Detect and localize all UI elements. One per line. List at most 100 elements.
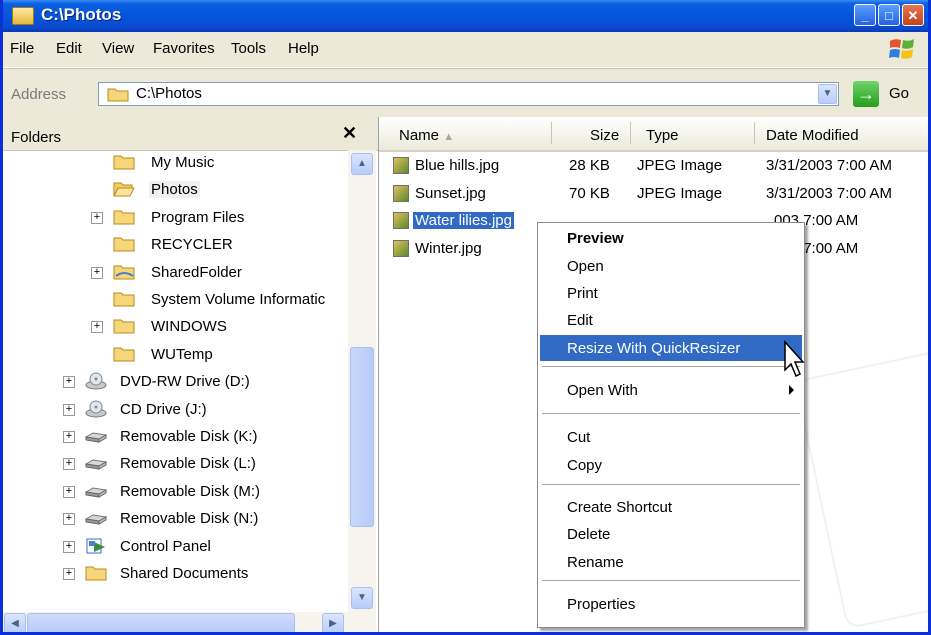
menu-view[interactable]: View — [102, 40, 134, 57]
optical-drive-icon — [85, 372, 107, 390]
expand-toggle-icon[interactable]: + — [63, 403, 75, 416]
context-menu-item-rename[interactable]: Rename — [540, 549, 802, 575]
address-dropdown-button[interactable]: ▼ — [818, 84, 837, 104]
tree-item[interactable]: System Volume Informatic — [3, 289, 348, 313]
tree-item-label: My Music — [151, 154, 215, 171]
context-menu-item-create-shortcut[interactable]: Create Shortcut — [540, 494, 802, 520]
tree-item-label: WUTemp — [151, 345, 213, 363]
expand-toggle-icon[interactable]: + — [63, 540, 75, 553]
tree-item[interactable]: + SharedFolder — [3, 262, 348, 286]
context-menu-item-delete[interactable]: Delete — [540, 521, 802, 547]
scroll-thumb[interactable] — [350, 347, 374, 527]
removable-disk-icon — [85, 487, 107, 498]
tree-item-label: System Volume Informatic — [151, 291, 326, 308]
context-menu-item-preview[interactable]: Preview — [540, 225, 802, 251]
expand-toggle-icon[interactable]: + — [63, 376, 75, 389]
tree-item[interactable]: + WINDOWS — [3, 316, 348, 340]
column-size[interactable]: Size — [590, 127, 619, 144]
tree-item-label: SharedFolder — [151, 263, 242, 281]
context-menu-item-edit[interactable]: Edit — [540, 307, 802, 333]
tree-item[interactable]: + DVD-RW Drive (D:) — [3, 371, 348, 395]
tree-item[interactable]: + Removable Disk (M:) — [3, 481, 348, 505]
title-bar[interactable]: C:\Photos _ □ ✕ — [3, 0, 928, 32]
tree-item[interactable]: + Program Files — [3, 207, 348, 231]
context-menu-item-open-with[interactable]: Open With — [540, 377, 802, 403]
context-menu-item-label: Preview — [567, 230, 624, 247]
menu-separator — [542, 366, 800, 367]
file-size: 28 KB — [569, 157, 610, 174]
menu-separator — [542, 580, 800, 581]
tree-item-label: Removable Disk (N:) — [120, 510, 259, 528]
column-type[interactable]: Type — [646, 127, 679, 144]
context-menu-item-resize-with-quickresizer[interactable]: Resize With QuickResizer — [540, 335, 802, 361]
menu-help[interactable]: Help — [288, 40, 319, 57]
expand-toggle-icon[interactable]: + — [63, 568, 75, 580]
menu-separator — [542, 413, 800, 414]
menu-edit[interactable]: Edit — [56, 40, 82, 57]
close-button[interactable]: ✕ — [902, 4, 924, 26]
column-separator[interactable] — [754, 122, 755, 144]
scroll-left-button[interactable]: ◀ — [4, 613, 26, 632]
tree-item-label: Photos — [149, 181, 200, 199]
menu-tools[interactable]: Tools — [231, 40, 266, 57]
file-row[interactable]: Blue hills.jpg 28 KB JPEG Image 3/31/2003 7… — [379, 155, 928, 179]
menu-file[interactable]: File — [10, 40, 34, 57]
expand-toggle-icon[interactable]: + — [91, 266, 103, 279]
tree-item[interactable]: + Removable Disk (K:) — [3, 426, 348, 450]
context-menu-item-copy[interactable]: Copy — [540, 452, 802, 478]
windows-logo-icon — [889, 39, 914, 59]
column-name[interactable]: Name ▲ — [399, 127, 454, 144]
scroll-right-button[interactable]: ▶ — [322, 613, 344, 632]
mouse-pointer-icon — [784, 340, 805, 378]
tree-item[interactable]: + Shared Documents — [3, 563, 348, 587]
optical-drive-icon — [85, 400, 107, 418]
tree-item[interactable]: WUTemp — [3, 344, 348, 368]
context-menu-item-print[interactable]: Print — [540, 280, 802, 306]
expand-toggle-icon[interactable]: + — [63, 431, 75, 443]
scroll-down-button[interactable]: ▼ — [351, 587, 373, 609]
column-separator[interactable] — [630, 122, 631, 144]
expand-toggle-icon[interactable]: + — [63, 513, 75, 526]
expand-toggle-icon[interactable]: + — [91, 211, 103, 224]
tree-item[interactable]: + Removable Disk (N:) — [3, 508, 348, 532]
folders-title: Folders — [11, 129, 62, 146]
menu-favorites[interactable]: Favorites — [153, 40, 215, 57]
context-menu-item-properties[interactable]: Properties — [540, 591, 802, 617]
context-menu-item-label: Copy — [567, 457, 603, 474]
go-button[interactable]: Go — [889, 85, 909, 102]
expand-toggle-icon[interactable]: + — [63, 485, 75, 498]
horizontal-scroll-thumb[interactable] — [27, 613, 295, 632]
context-menu-item-label: Cut — [567, 429, 591, 446]
tree-item[interactable]: + CD Drive (J:) — [3, 399, 348, 423]
tree-item[interactable]: RECYCLER — [3, 234, 348, 258]
file-row[interactable]: Sunset.jpg 70 KB JPEG Image 3/31/2003 7:00 … — [379, 183, 928, 207]
context-menu-item-cut[interactable]: Cut — [540, 424, 802, 450]
expand-toggle-icon[interactable]: + — [91, 321, 103, 334]
context-menu: Preview Open Print Edit Resize With QuickRes… — [537, 222, 805, 628]
folders-close-button[interactable]: ✕ — [342, 123, 357, 144]
file-size: 70 KB — [569, 184, 610, 202]
tree-item[interactable]: My Music — [3, 152, 348, 176]
address-field[interactable]: C:\Photos ▼ — [98, 82, 839, 106]
tree-item[interactable]: + Control Panel — [3, 536, 348, 560]
folders-horizontal-scrollbar[interactable]: ◀ ▶ — [3, 612, 376, 632]
expand-toggle-icon[interactable]: + — [63, 458, 75, 471]
column-separator[interactable] — [551, 122, 552, 144]
tree-item-label: CD Drive (J:) — [120, 400, 207, 418]
folder-open-icon — [113, 182, 135, 197]
go-arrow-icon[interactable]: → — [853, 81, 879, 107]
file-name: Water lilies.jpg — [413, 212, 514, 229]
maximize-button[interactable]: □ — [878, 4, 900, 26]
scroll-up-button[interactable]: ▲ — [351, 153, 373, 175]
tree-item[interactable]: Photos — [3, 179, 348, 203]
file-date: 3/31/2003 7:00 AM — [766, 184, 892, 202]
minimize-button[interactable]: _ — [854, 4, 876, 26]
tree-item-label: WINDOWS — [151, 318, 227, 336]
tree-item[interactable]: + Removable Disk (L:) — [3, 453, 348, 477]
folder-icon — [107, 88, 129, 102]
column-date-modified[interactable]: Date Modified — [766, 127, 859, 144]
file-type: JPEG Image — [637, 157, 723, 174]
address-label: Address — [11, 86, 67, 103]
context-menu-item-open[interactable]: Open — [540, 253, 802, 279]
folders-vertical-scrollbar[interactable]: ▲ ▼ — [348, 150, 376, 612]
